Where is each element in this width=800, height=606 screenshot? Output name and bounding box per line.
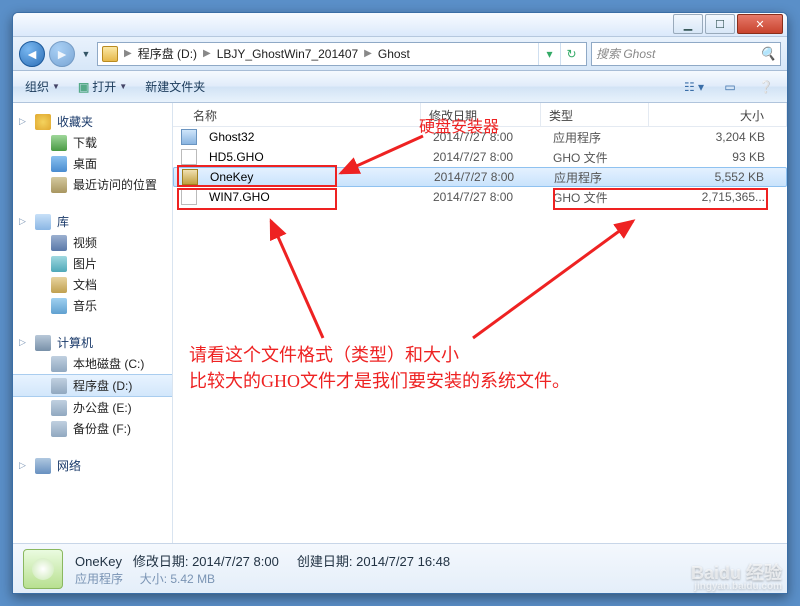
sidebar-item-drive-d[interactable]: 程序盘 (D:) xyxy=(13,374,172,397)
breadcrumb-sep: ▶ xyxy=(362,48,374,59)
drive-icon xyxy=(51,378,67,394)
maximize-button[interactable]: ☐ xyxy=(705,14,735,34)
annotation-text: 请看这个文件格式（类型）和大小 xyxy=(189,341,459,367)
app-icon xyxy=(182,169,198,185)
column-size[interactable]: 大小 xyxy=(649,103,787,126)
close-button[interactable]: ✕ xyxy=(737,14,783,34)
refresh-button[interactable]: ↻ xyxy=(560,43,582,65)
arrow-icon xyxy=(463,213,643,343)
organize-menu[interactable]: 组织▼ xyxy=(21,76,64,97)
search-input[interactable]: 搜索 Ghost 🔍 xyxy=(591,42,781,66)
desktop-icon xyxy=(51,156,67,172)
recent-icon xyxy=(51,177,67,193)
sidebar-item-drive-f[interactable]: 备份盘 (F:) xyxy=(13,418,172,439)
download-icon xyxy=(51,135,67,151)
column-date[interactable]: 修改日期 xyxy=(421,103,541,126)
sidebar-item-downloads[interactable]: 下载 xyxy=(13,132,172,153)
breadcrumb-sep: ▶ xyxy=(122,48,134,59)
breadcrumb[interactable]: LBJY_GhostWin7_201407 xyxy=(213,47,362,61)
file-row[interactable]: Ghost32 2014/7/27 8:00 应用程序 3,204 KB xyxy=(173,127,787,147)
details-type: 应用程序 xyxy=(75,572,123,586)
libraries-group[interactable]: ▷库 xyxy=(13,209,172,232)
drive-icon xyxy=(51,356,67,372)
favorites-group[interactable]: ▷收藏夹 xyxy=(13,109,172,132)
annotation-text: 比较大的GHO文件才是我们要安装的系统文件。 xyxy=(189,367,570,393)
computer-icon xyxy=(35,335,51,351)
sidebar-item-drive-c[interactable]: 本地磁盘 (C:) xyxy=(13,353,172,374)
view-options[interactable]: ☷ ▾ xyxy=(681,76,707,98)
file-large-icon xyxy=(23,549,63,589)
breadcrumb[interactable]: 程序盘 (D:) xyxy=(134,45,201,62)
file-row[interactable]: HD5.GHO 2014/7/27 8:00 GHO 文件 93 KB xyxy=(173,147,787,167)
drive-icon xyxy=(51,421,67,437)
sidebar-item-videos[interactable]: 视频 xyxy=(13,232,172,253)
forward-button[interactable]: ► xyxy=(49,41,75,67)
command-bar: 组织▼ ▣打开▼ 新建文件夹 ☷ ▾ ▭ ❔ xyxy=(13,71,787,103)
star-icon xyxy=(35,114,51,130)
document-icon xyxy=(51,277,67,293)
breadcrumb-sep: ▶ xyxy=(201,48,213,59)
column-type[interactable]: 类型 xyxy=(541,103,649,126)
arrow-icon xyxy=(263,213,343,343)
search-placeholder: 搜索 Ghost xyxy=(596,45,655,62)
file-list-pane: 名称 修改日期 类型 大小 Ghost32 2014/7/27 8:00 应用程… xyxy=(173,103,787,543)
details-pane: OneKey 修改日期: 2014/7/27 8:00 创建日期: 2014/7… xyxy=(13,543,787,593)
network-group[interactable]: ▷网络 xyxy=(13,453,172,476)
navigation-pane[interactable]: ▷收藏夹 下载 桌面 最近访问的位置 ▷库 视频 图片 文档 音乐 ▷计算机 本… xyxy=(13,103,173,543)
sidebar-item-music[interactable]: 音乐 xyxy=(13,295,172,316)
titlebar[interactable]: ▁ ☐ ✕ xyxy=(13,13,787,37)
breadcrumb[interactable]: Ghost xyxy=(374,47,414,61)
music-icon xyxy=(51,298,67,314)
search-icon: 🔍 xyxy=(760,46,776,62)
file-row-selected[interactable]: OneKey 2014/7/27 8:00 应用程序 5,552 KB xyxy=(173,167,787,187)
minimize-button[interactable]: ▁ xyxy=(673,14,703,34)
file-icon xyxy=(181,149,197,165)
drive-icon xyxy=(51,400,67,416)
sidebar-item-desktop[interactable]: 桌面 xyxy=(13,153,172,174)
navigation-bar: ◄ ► ▼ ▶ 程序盘 (D:) ▶ LBJY_GhostWin7_201407… xyxy=(13,37,787,71)
picture-icon xyxy=(51,256,67,272)
library-icon xyxy=(35,214,51,230)
sidebar-item-documents[interactable]: 文档 xyxy=(13,274,172,295)
column-headers[interactable]: 名称 修改日期 类型 大小 xyxy=(173,103,787,127)
new-folder-button[interactable]: 新建文件夹 xyxy=(141,76,209,97)
column-name[interactable]: 名称 xyxy=(173,103,421,126)
explorer-window: ▁ ☐ ✕ ◄ ► ▼ ▶ 程序盘 (D:) ▶ LBJY_GhostWin7_… xyxy=(12,12,788,594)
sidebar-item-drive-e[interactable]: 办公盘 (E:) xyxy=(13,397,172,418)
sidebar-item-recent[interactable]: 最近访问的位置 xyxy=(13,174,172,195)
file-icon xyxy=(181,189,197,205)
app-icon xyxy=(181,129,197,145)
back-button[interactable]: ◄ xyxy=(19,41,45,67)
file-rows: Ghost32 2014/7/27 8:00 应用程序 3,204 KB HD5… xyxy=(173,127,787,207)
file-row[interactable]: WIN7.GHO 2014/7/27 8:00 GHO 文件 2,715,365… xyxy=(173,187,787,207)
preview-pane-toggle[interactable]: ▭ xyxy=(717,76,743,98)
network-icon xyxy=(35,458,51,474)
help-button[interactable]: ❔ xyxy=(753,76,779,98)
address-dropdown[interactable]: ▾ xyxy=(538,43,560,65)
history-dropdown[interactable]: ▼ xyxy=(79,45,93,63)
open-button[interactable]: ▣打开▼ xyxy=(74,76,131,97)
details-filename: OneKey xyxy=(75,554,122,569)
computer-group[interactable]: ▷计算机 xyxy=(13,330,172,353)
address-bar[interactable]: ▶ 程序盘 (D:) ▶ LBJY_GhostWin7_201407 ▶ Gho… xyxy=(97,42,587,66)
video-icon xyxy=(51,235,67,251)
folder-icon xyxy=(102,46,118,62)
sidebar-item-pictures[interactable]: 图片 xyxy=(13,253,172,274)
watermark: Baidu 经验 jingyan.baidu.com xyxy=(691,564,782,592)
